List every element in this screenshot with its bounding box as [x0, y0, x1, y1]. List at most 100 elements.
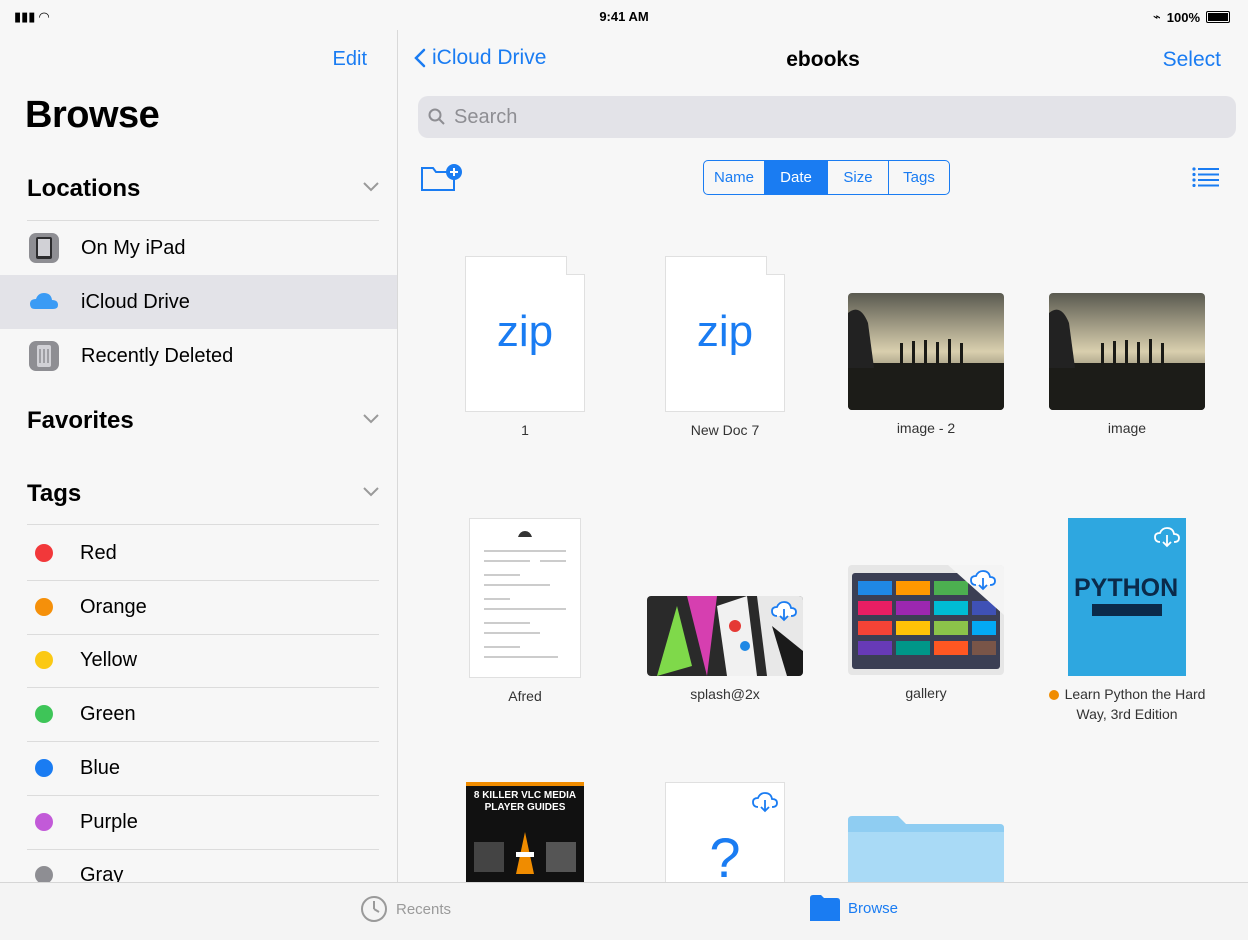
tag-color-dot: [35, 813, 53, 831]
zip-label: zip: [496, 307, 554, 356]
search-icon: [428, 108, 446, 126]
select-button[interactable]: Select: [1163, 48, 1221, 72]
tab-bar: Recents Browse: [0, 882, 1248, 940]
orange-tag-dot: [1048, 690, 1059, 701]
file-item-folder[interactable]: [826, 816, 1026, 882]
tab-label: Recents: [396, 900, 452, 918]
status-right: ⌁ 100%: [1153, 9, 1230, 25]
tag-label: Red: [80, 541, 117, 564]
status-bar: ▮▮▮ ◠ 9:41 AM ⌁ 100%: [0, 0, 1248, 30]
file-name-row: Learn Python the Hard Way, 3rd Edition: [1027, 684, 1227, 724]
file-name: image: [1107, 420, 1147, 436]
file-item-vlc-book[interactable]: 8 KILLER VLC MEDIA PLAYER GUIDES: [425, 782, 625, 882]
file-item-unknown[interactable]: ?: [625, 782, 825, 882]
locations-chevron-icon[interactable]: [363, 182, 379, 192]
sort-name-button[interactable]: Name: [704, 161, 765, 194]
tag-label: Yellow: [80, 648, 138, 671]
list-view-icon[interactable]: [1192, 167, 1220, 187]
folder-icon: [810, 895, 840, 921]
tab-browse[interactable]: Browse: [810, 895, 898, 921]
tag-label: Green: [80, 702, 136, 725]
edit-button[interactable]: Edit: [333, 48, 367, 71]
sidebar-title: Browse: [25, 94, 160, 136]
sidebar-tag-gray[interactable]: Gray: [0, 848, 397, 882]
book-cover-thumbnail: PYTHON: [1068, 518, 1186, 676]
image-thumbnail: [848, 565, 1004, 675]
new-folder-icon[interactable]: [420, 162, 464, 194]
sort-tags-button[interactable]: Tags: [889, 161, 949, 194]
tags-heading[interactable]: Tags: [27, 480, 81, 508]
sidebar-tag-yellow[interactable]: Yellow: [0, 633, 397, 687]
sidebar-tag-purple[interactable]: Purple: [0, 795, 397, 849]
sidebar-item-label: Recently Deleted: [81, 344, 234, 367]
cloud-download-icon[interactable]: [1154, 526, 1180, 548]
file-name: Afred: [508, 688, 542, 704]
image-thumbnail: [647, 596, 803, 676]
book-cover-title: PYTHON: [1074, 574, 1179, 602]
file-item-new-doc-7[interactable]: zip New Doc 7: [625, 256, 825, 440]
sort-segmented-control: Name Date Size Tags: [703, 160, 950, 195]
cloud-download-icon[interactable]: [752, 791, 778, 813]
favorites-chevron-icon[interactable]: [363, 414, 379, 424]
file-name: splash@2x: [690, 686, 760, 702]
battery-percent: 100%: [1166, 9, 1200, 25]
file-item-afred[interactable]: Afred: [425, 518, 625, 706]
ipad-icon: [27, 231, 61, 265]
tag-label: Blue: [80, 756, 121, 779]
divider: [27, 524, 379, 525]
cover-band: [1092, 604, 1162, 616]
page-title: ebooks: [786, 48, 860, 71]
sort-size-button[interactable]: Size: [828, 161, 889, 194]
sidebar-item-label: iCloud Drive: [81, 290, 190, 313]
file-name: gallery: [905, 685, 947, 701]
sidebar-item-icloud-drive[interactable]: iCloud Drive: [0, 275, 397, 329]
bluetooth-icon: ⌁: [1152, 9, 1161, 24]
file-item-image[interactable]: image: [1027, 293, 1227, 438]
battery-icon: [1206, 11, 1230, 23]
sidebar-item-label: On My iPad: [81, 236, 186, 259]
file-item-image-2[interactable]: image - 2: [826, 293, 1026, 438]
tag-label: Purple: [80, 810, 138, 833]
sidebar: Edit Browse Locations On My iPad iCloud …: [0, 30, 398, 882]
unknown-file-thumbnail: ?: [665, 782, 785, 882]
favorites-heading[interactable]: Favorites: [27, 407, 134, 435]
photo-thumbnail: [1049, 293, 1205, 410]
file-item-1[interactable]: zip 1: [425, 256, 625, 440]
clock-icon: [361, 896, 387, 922]
icloud-icon: [27, 285, 61, 319]
tag-label: Orange: [80, 595, 147, 618]
file-item-learn-python[interactable]: PYTHON Learn Python the Hard Way, 3rd Ed…: [1027, 518, 1227, 724]
zip-document-thumbnail: zip: [465, 256, 585, 412]
trash-icon: [27, 339, 61, 373]
tag-color-dot: [35, 544, 53, 562]
sidebar-item-on-my-ipad[interactable]: On My iPad: [0, 221, 397, 275]
tag-color-dot: [35, 866, 53, 882]
tab-recents[interactable]: Recents: [360, 895, 451, 923]
sidebar-tag-green[interactable]: Green: [0, 687, 397, 741]
photo-thumbnail: [848, 293, 1004, 410]
sort-date-button[interactable]: Date: [765, 161, 828, 194]
sidebar-tag-red[interactable]: Red: [0, 526, 397, 580]
sidebar-item-recently-deleted[interactable]: Recently Deleted: [0, 329, 397, 383]
zip-label: zip: [696, 307, 754, 356]
cloud-download-icon[interactable]: [970, 569, 996, 591]
tag-label: Gray: [80, 863, 124, 883]
file-name: Learn Python the Hard Way, 3rd Edition: [1064, 686, 1206, 722]
tag-color-dot: [35, 705, 53, 723]
file-name: image - 2: [896, 420, 956, 436]
file-name: New Doc 7: [690, 422, 760, 438]
search-input[interactable]: Search: [454, 106, 517, 129]
sidebar-tag-blue[interactable]: Blue: [0, 741, 397, 795]
cloud-download-icon[interactable]: [771, 600, 797, 622]
locations-heading[interactable]: Locations: [27, 175, 140, 203]
file-item-splash[interactable]: splash@2x: [625, 596, 825, 704]
question-mark: ?: [709, 826, 741, 882]
sidebar-tag-orange[interactable]: Orange: [0, 580, 397, 634]
search-field[interactable]: Search: [418, 96, 1236, 138]
document-thumbnail: [469, 518, 581, 678]
zip-document-thumbnail: zip: [665, 256, 785, 412]
tags-chevron-icon[interactable]: [363, 487, 379, 497]
file-item-gallery[interactable]: gallery: [826, 565, 1026, 703]
tag-color-dot: [35, 651, 53, 669]
folder-icon: [848, 816, 1004, 882]
